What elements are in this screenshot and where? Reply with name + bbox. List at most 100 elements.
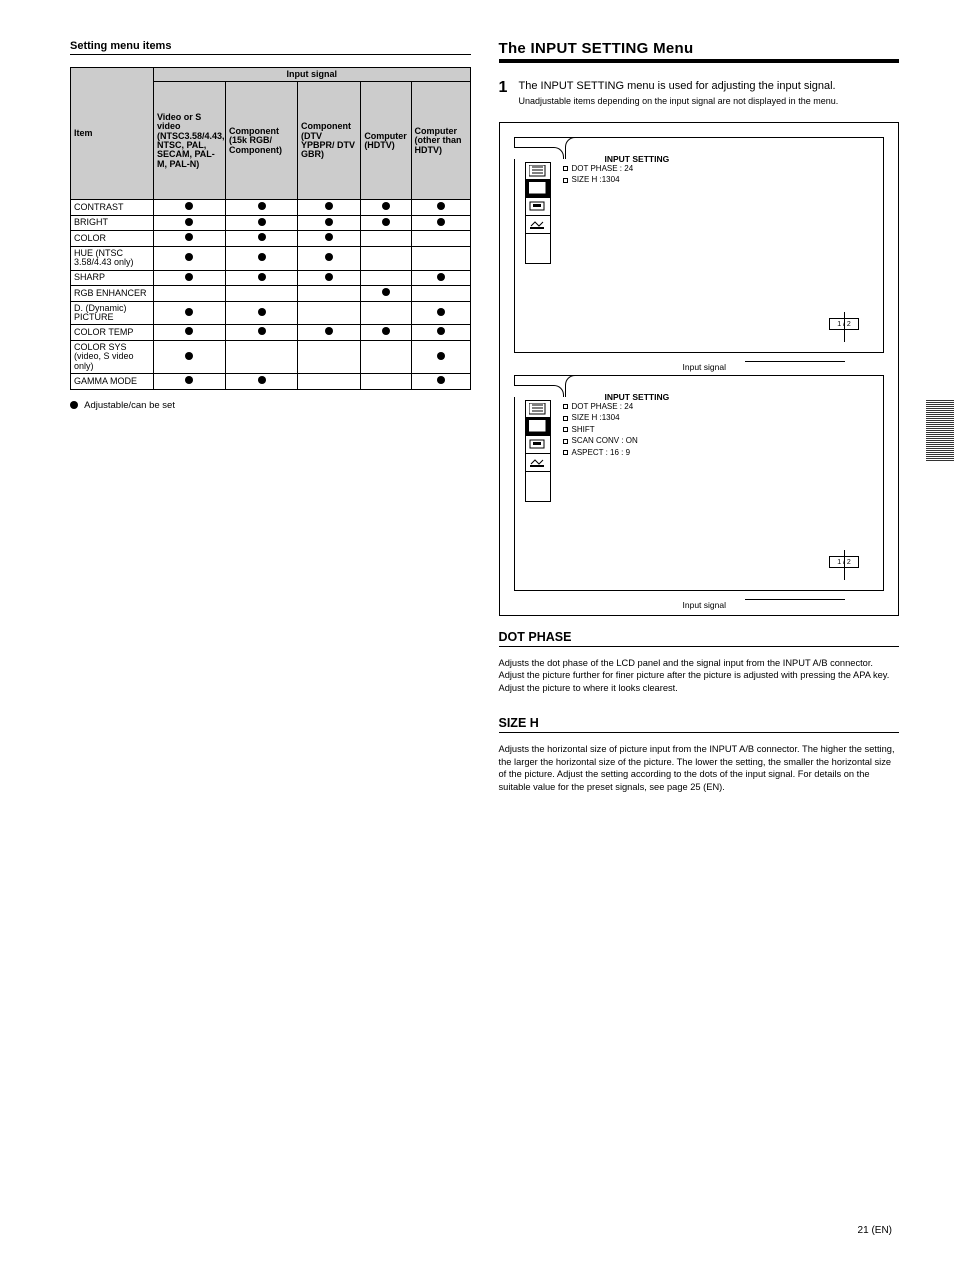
table-row: COLOR TEMP bbox=[71, 325, 471, 340]
dot-icon bbox=[437, 376, 445, 384]
menu-tab-icon bbox=[525, 162, 551, 180]
matrix-cell bbox=[225, 231, 297, 246]
menu-tab-empty bbox=[525, 234, 551, 264]
dot-icon bbox=[437, 327, 445, 335]
menu-icon-column bbox=[525, 400, 553, 502]
leader-line bbox=[844, 550, 845, 580]
square-bullet-icon bbox=[563, 450, 568, 455]
dot-icon bbox=[382, 218, 390, 226]
matrix-cell bbox=[411, 374, 470, 389]
matrix-cell bbox=[225, 215, 297, 230]
matrix-cell bbox=[153, 200, 225, 215]
matrix-cell bbox=[225, 301, 297, 325]
diagram-box: INPUT SETTING DOT PHASE : 24 SIZE H :130… bbox=[499, 122, 900, 616]
col-superheader: Input signal bbox=[153, 68, 470, 82]
matrix-cell bbox=[153, 231, 225, 246]
matrix-cell bbox=[298, 215, 361, 230]
menu-item: DOT PHASE : 24 bbox=[563, 164, 868, 174]
menu-tab-icon bbox=[525, 198, 551, 216]
matrix-cell bbox=[361, 286, 411, 301]
matrix-cell bbox=[225, 325, 297, 340]
section-heading-dotphase: DOT PHASE bbox=[499, 630, 900, 644]
matrix-cell bbox=[153, 340, 225, 373]
matrix-cell bbox=[411, 246, 470, 270]
matrix-cell bbox=[298, 301, 361, 325]
matrix-cell bbox=[225, 270, 297, 285]
col-header-item: Item bbox=[71, 68, 154, 200]
matrix-cell bbox=[298, 200, 361, 215]
dot-icon bbox=[258, 273, 266, 281]
right-heading: The INPUT SETTING Menu bbox=[499, 40, 900, 57]
page-number: 21 (EN) bbox=[858, 1225, 892, 1236]
menu-icon-column bbox=[525, 162, 553, 264]
step-subtext: Unadjustable items depending on the inpu… bbox=[519, 96, 839, 108]
dot-icon bbox=[325, 327, 333, 335]
col-header-0: Video or S video (NTSC3.58/4.43, NTSC, P… bbox=[153, 82, 225, 200]
dot-icon bbox=[258, 253, 266, 261]
panel-title: INPUT SETTING bbox=[605, 154, 670, 164]
row-label: COLOR TEMP bbox=[71, 325, 154, 340]
menu-item: DOT PHASE : 24 bbox=[563, 402, 868, 412]
matrix-cell bbox=[153, 270, 225, 285]
dot-icon bbox=[185, 308, 193, 316]
menu-item: ASPECT : 16 : 9 bbox=[563, 448, 868, 458]
col-header-3: Computer (HDTV) bbox=[361, 82, 411, 200]
dot-icon bbox=[325, 273, 333, 281]
dot-icon bbox=[185, 233, 193, 241]
table-row: BRIGHT bbox=[71, 215, 471, 230]
matrix-cell bbox=[225, 374, 297, 389]
dot-icon bbox=[258, 327, 266, 335]
leader-line bbox=[844, 312, 845, 342]
dot-icon bbox=[382, 202, 390, 210]
row-label: D. (Dynamic) PICTURE bbox=[71, 301, 154, 325]
table-row: D. (Dynamic) PICTURE bbox=[71, 301, 471, 325]
dot-icon bbox=[437, 308, 445, 316]
legend-dot-icon bbox=[70, 401, 78, 409]
row-label: SHARP bbox=[71, 270, 154, 285]
matrix-cell bbox=[225, 340, 297, 373]
table-row: COLOR SYS (video, S video only) bbox=[71, 340, 471, 373]
table-row: GAMMA MODE bbox=[71, 374, 471, 389]
menu-tab-icon bbox=[525, 400, 551, 418]
row-label: CONTRAST bbox=[71, 200, 154, 215]
matrix-cell bbox=[225, 200, 297, 215]
menu-list: DOT PHASE : 24 SIZE H :1304 SHIFT SCAN C… bbox=[563, 402, 868, 460]
square-bullet-icon bbox=[563, 427, 568, 432]
matrix-cell bbox=[225, 246, 297, 270]
row-label: BRIGHT bbox=[71, 215, 154, 230]
matrix-cell bbox=[411, 325, 470, 340]
col-header-4: Computer (other than HDTV) bbox=[411, 82, 470, 200]
dot-icon bbox=[185, 376, 193, 384]
dot-icon bbox=[382, 327, 390, 335]
matrix-cell bbox=[411, 200, 470, 215]
dot-icon bbox=[185, 218, 193, 226]
matrix-cell bbox=[153, 286, 225, 301]
step-number: 1 bbox=[499, 79, 513, 108]
row-label: COLOR SYS (video, S video only) bbox=[71, 340, 154, 373]
dot-icon bbox=[185, 352, 193, 360]
matrix-cell bbox=[298, 374, 361, 389]
matrix-cell bbox=[298, 286, 361, 301]
square-bullet-icon bbox=[563, 166, 568, 171]
section-body-dotphase: Adjusts the dot phase of the LCD panel a… bbox=[499, 657, 900, 695]
dot-icon bbox=[185, 253, 193, 261]
dot-icon bbox=[437, 218, 445, 226]
menu-screen-panel-1: INPUT SETTING DOT PHASE : 24 SIZE H :130… bbox=[514, 137, 885, 353]
square-bullet-icon bbox=[563, 404, 568, 409]
menu-tab-icon bbox=[525, 454, 551, 472]
menu-tab-icon-selected bbox=[525, 180, 551, 198]
matrix-cell bbox=[361, 246, 411, 270]
leader-line bbox=[745, 599, 845, 600]
dot-icon bbox=[325, 202, 333, 210]
square-bullet-icon bbox=[563, 439, 568, 444]
menu-item: SIZE H :1304 bbox=[563, 175, 868, 185]
menu-screen-panel-2: INPUT SETTING DOT PHASE : 24 SIZE H :130… bbox=[514, 375, 885, 591]
matrix-cell bbox=[411, 286, 470, 301]
matrix-cell bbox=[298, 231, 361, 246]
dot-icon bbox=[325, 233, 333, 241]
menu-list: DOT PHASE : 24 SIZE H :1304 bbox=[563, 164, 868, 187]
matrix-cell bbox=[153, 374, 225, 389]
dot-icon bbox=[185, 327, 193, 335]
matrix-cell bbox=[361, 200, 411, 215]
row-label: GAMMA MODE bbox=[71, 374, 154, 389]
